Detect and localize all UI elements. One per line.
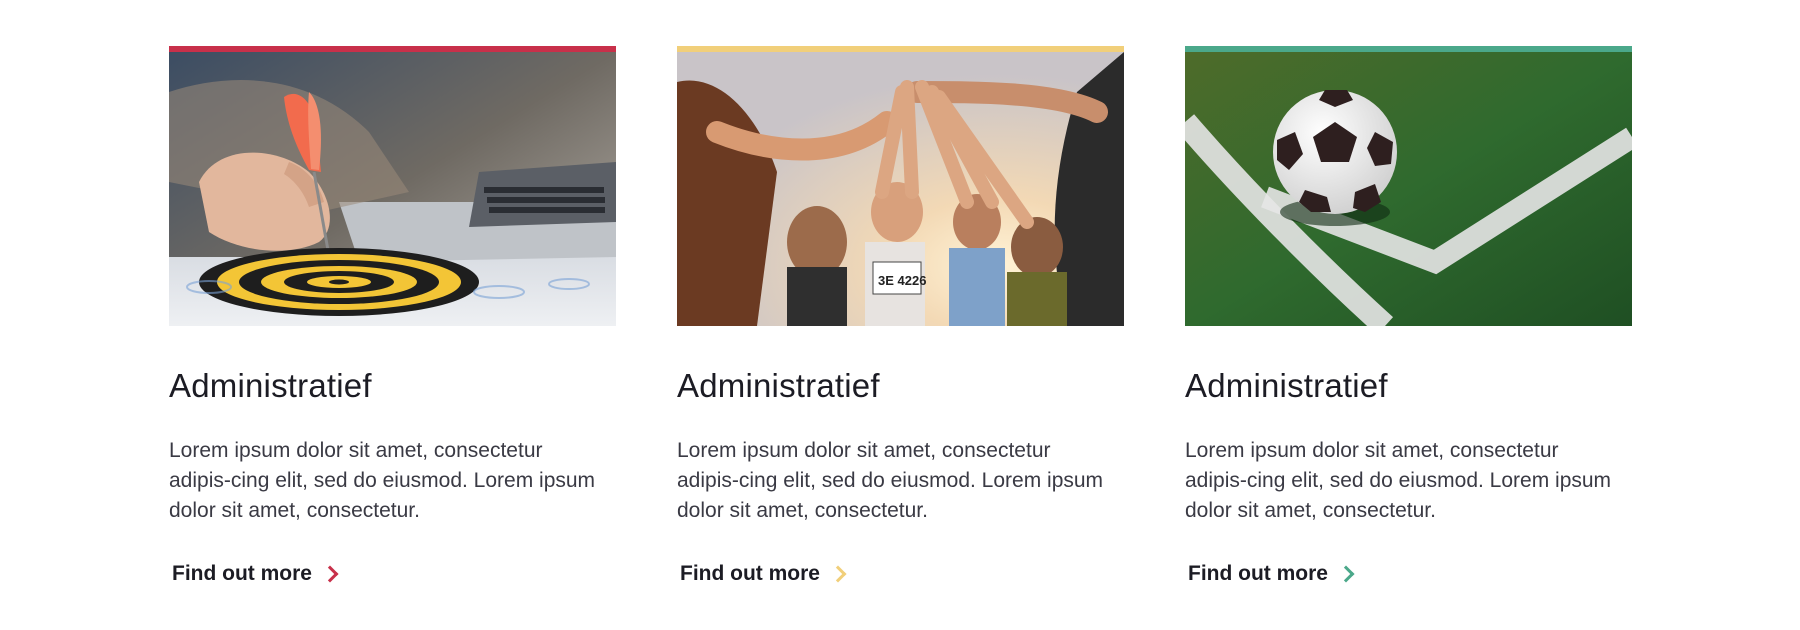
chevron-right-icon <box>321 565 339 583</box>
card-image-soccer <box>1185 52 1632 326</box>
find-out-more-link[interactable]: Find out more <box>1188 561 1355 586</box>
card-administratief-3: Administratief Lorem ipsum dolor sit ame… <box>1185 46 1632 586</box>
darts-target-laptop-photo <box>169 52 616 326</box>
cta-label: Find out more <box>1188 561 1328 585</box>
svg-text:3E 4226: 3E 4226 <box>878 273 926 288</box>
card-administratief-2: 3E 4226 Administratief Lorem ipsum dolor… <box>677 46 1124 586</box>
find-out-more-link[interactable]: Find out more <box>172 561 339 586</box>
card-title: Administratief <box>169 367 372 404</box>
chevron-right-icon <box>829 565 847 583</box>
soccer-ball-corner-photo <box>1185 52 1632 326</box>
card-description: Lorem ipsum dolor sit amet, consectetur … <box>169 438 596 522</box>
find-out-more-link[interactable]: Find out more <box>680 561 847 586</box>
cards-section: Administratief Lorem ipsum dolor sit ame… <box>0 0 1800 630</box>
card-title: Administratief <box>677 367 880 404</box>
chevron-right-icon <box>1337 565 1355 583</box>
card-administratief-1: Administratief Lorem ipsum dolor sit ame… <box>169 46 616 586</box>
cta-label: Find out more <box>680 561 820 585</box>
runners-high-five-photo: 3E 4226 <box>677 52 1124 326</box>
card-title: Administratief <box>1185 367 1388 404</box>
card-description: Lorem ipsum dolor sit amet, consectetur … <box>1185 438 1612 522</box>
card-description: Lorem ipsum dolor sit amet, consectetur … <box>677 438 1104 522</box>
card-image-darts <box>169 52 616 326</box>
card-image-runners: 3E 4226 <box>677 52 1124 326</box>
cta-label: Find out more <box>172 561 312 585</box>
